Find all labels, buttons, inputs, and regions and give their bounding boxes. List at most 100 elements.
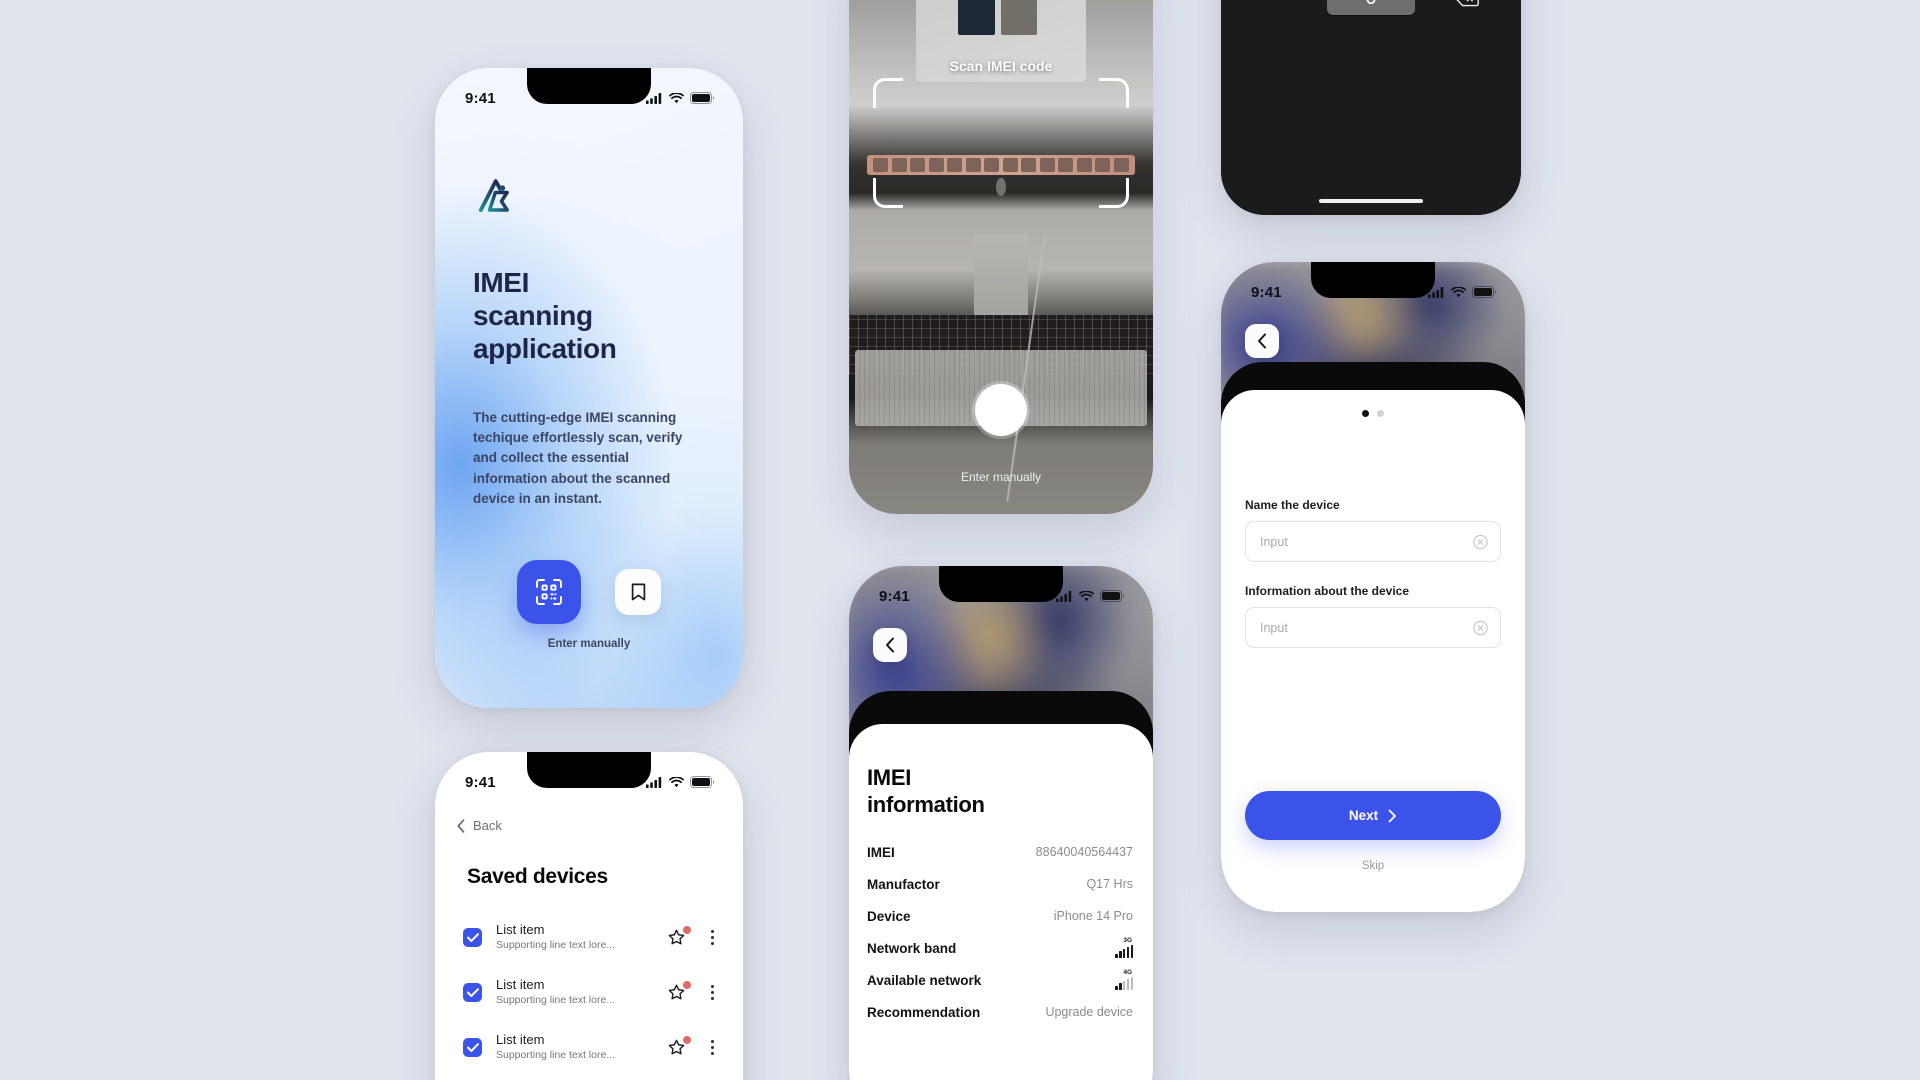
list-item-text: List item Supporting line text lore... (496, 977, 654, 1008)
kebab-menu-icon[interactable] (703, 985, 721, 1000)
imei-detail-label: Available network (867, 972, 982, 988)
keypad-grid: 12abc3def4ghi5jkl6mno7pqrs8tuv9wxyz0 (1227, 0, 1515, 15)
list-item[interactable]: List itemSupporting line text lore... (463, 965, 721, 1020)
imei-detail-value: 88640040564437 (1035, 845, 1133, 859)
device-notch (527, 752, 651, 788)
phone-name-device-screen: 9:41 Name the device Information about th… (1221, 262, 1525, 912)
list-item-subtitle: Supporting line text lore... (496, 994, 616, 1006)
list-item-text: List item Supporting line text lore... (496, 922, 654, 953)
signal-bar (1126, 978, 1130, 990)
camera-enter-manually-label[interactable]: Enter manually (849, 470, 1153, 484)
keypad-key-number: 0 (1365, 0, 1376, 8)
battery-icon (1100, 590, 1125, 602)
device-form: Name the device Information about the dev… (1245, 498, 1501, 670)
back-button[interactable] (1245, 324, 1279, 358)
input-field-2[interactable] (1245, 607, 1501, 648)
notification-badge (683, 981, 691, 989)
signal-bars (1115, 976, 1133, 990)
shutter-button[interactable] (975, 384, 1027, 436)
wifi-icon (1451, 286, 1466, 297)
next-button-label: Next (1348, 808, 1379, 823)
device-notch (527, 68, 651, 104)
text-input[interactable] (1260, 534, 1464, 549)
enter-manually-label[interactable]: Enter manually (435, 638, 743, 650)
page-dot[interactable] (1377, 410, 1384, 417)
check-icon (466, 1043, 479, 1052)
list-item[interactable]: List itemSupporting line text lore... (463, 910, 721, 965)
imei-detail-row: IMEI 88640040564437 (867, 836, 1133, 868)
battery-icon (1472, 286, 1497, 298)
list-item[interactable]: List itemSupporting line text lore... (463, 1020, 721, 1075)
signal-bar (1130, 944, 1133, 958)
cellular-signal-icon (646, 92, 662, 104)
viewfinder-frame (873, 78, 1129, 208)
list-item-checkbox[interactable] (463, 928, 482, 947)
clear-circle-icon[interactable] (1473, 620, 1488, 635)
chevron-right-icon (1388, 809, 1397, 822)
page-dot[interactable] (1362, 410, 1369, 417)
input-field-1[interactable] (1245, 521, 1501, 562)
device-notch (939, 566, 1063, 602)
kebab-menu-icon[interactable] (703, 930, 721, 945)
star-outline-icon[interactable] (668, 1036, 691, 1056)
field-label: Information about the device (1245, 584, 1410, 598)
phone-numeric-keypad-screen: 12abc3def4ghi5jkl6mno7pqrs8tuv9wxyz0 (1221, 0, 1521, 215)
list-item-subtitle: Supporting line text lore... (496, 1049, 616, 1061)
imei-information-sheet: IMEI information IMEI 88640040564437 Manuf… (849, 724, 1153, 1080)
cellular-signal-icon (646, 776, 662, 788)
imei-detail-label: Recommendation (867, 1004, 981, 1020)
check-icon (466, 933, 479, 942)
list-item-checkbox[interactable] (463, 1038, 482, 1057)
wifi-icon (669, 776, 684, 787)
imei-detail-row: Manufactor Q17 Hrs (867, 868, 1133, 900)
wifi-icon (1079, 590, 1094, 601)
home-indicator (1319, 199, 1423, 203)
status-bar-time: 9:41 (465, 773, 496, 791)
imei-detail-row: Available network 4G (867, 964, 1133, 996)
check-icon (466, 988, 479, 997)
bookmark-button[interactable] (615, 569, 661, 615)
scan-instruction-label: Scan IMEI code (949, 58, 1053, 74)
list-item-checkbox[interactable] (463, 983, 482, 1002)
star-outline-icon[interactable] (668, 981, 691, 1001)
signal-bar (1126, 946, 1130, 958)
imei-detail-rows: IMEI 88640040564437 Manufactor Q17 Hrs Devic… (867, 836, 1133, 1028)
phone-imei-information-screen: 9:41 IMEI information IMEI 88640040564437… (849, 566, 1153, 1080)
list-item[interactable]: List itemSupporting line text lore... (463, 1075, 721, 1080)
star-outline-icon[interactable] (668, 926, 691, 946)
keypad-backspace-button[interactable] (1423, 0, 1511, 15)
clear-circle-icon[interactable] (1473, 534, 1488, 549)
signal-bar (1115, 953, 1118, 958)
skip-link[interactable]: Skip (1221, 860, 1525, 872)
back-nav[interactable]: Back (457, 818, 502, 833)
list-item-title: List item (496, 922, 545, 937)
signal-strength-indicator: 3G (1115, 938, 1133, 958)
phone-saved-devices-screen: 9:41 Back Saved devices List item Support… (435, 752, 743, 1080)
name-device-sheet: Name the device Information about the dev… (1221, 390, 1525, 912)
next-button[interactable]: Next (1245, 791, 1501, 840)
signal-bar (1123, 980, 1126, 990)
chevron-left-icon (1258, 333, 1266, 349)
imei-detail-value: Upgrade device (1045, 1005, 1133, 1019)
keypad-key-0[interactable]: 0 (1327, 0, 1415, 15)
signal-bar (1119, 951, 1122, 958)
text-input[interactable] (1260, 620, 1464, 635)
imei-detail-label: Device (867, 908, 911, 924)
signal-strength-indicator: 4G (1115, 970, 1133, 990)
viewfinder-corner-bottom-left (873, 178, 903, 208)
phone-camera-scan-screen: Scan IMEI code Enter manually (849, 0, 1153, 514)
signal-bar (1130, 976, 1133, 990)
onboarding-title: IMEI scanning application (473, 267, 617, 364)
back-button[interactable] (873, 628, 907, 662)
imei-detail-row: Recommendation Upgrade device (867, 996, 1133, 1028)
imei-detail-value: Q17 Hrs (1086, 877, 1133, 891)
backspace-icon (1456, 0, 1479, 6)
kebab-menu-icon[interactable] (703, 1040, 721, 1055)
viewfinder-corner-bottom-right (1099, 178, 1129, 208)
imei-detail-label: IMEI (867, 844, 895, 860)
onboarding-action-row (435, 560, 743, 624)
qr-scan-icon (536, 579, 562, 605)
keypad-spacer (1231, 0, 1319, 15)
scan-imei-button[interactable] (517, 560, 581, 624)
imei-detail-value: iPhone 14 Pro (1053, 909, 1133, 923)
